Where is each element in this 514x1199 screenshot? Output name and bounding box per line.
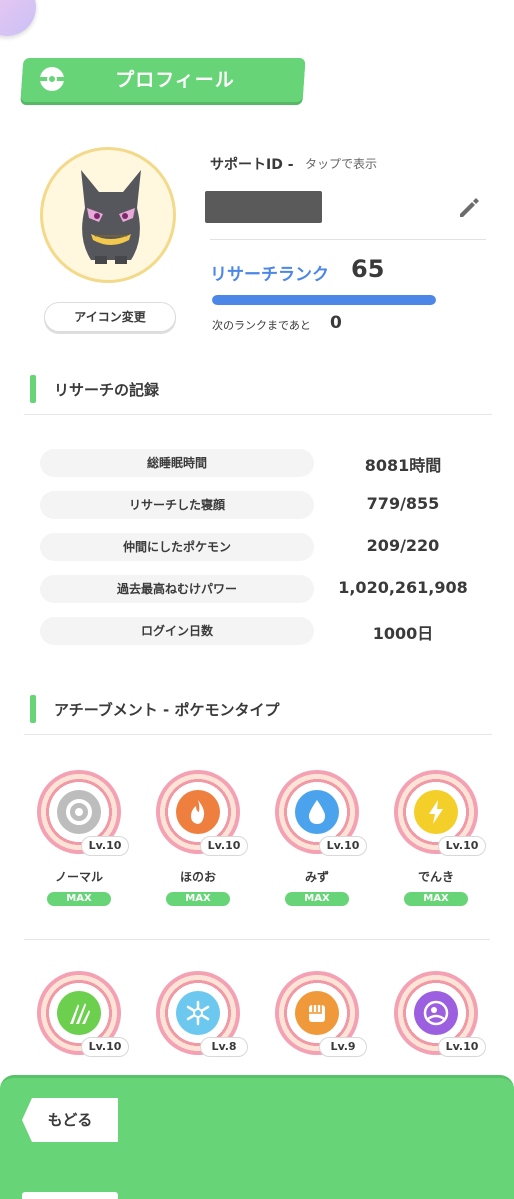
record-value-pokemon-befriended: 209/220 <box>366 536 440 555</box>
support-id-reveal[interactable]: タップで表示 <box>305 155 377 172</box>
achievements-title: アチーブメント - ポケモンタイプ <box>54 701 280 719</box>
next-rank-value: 0 <box>330 313 342 333</box>
change-icon-button[interactable]: アイコン変更 <box>44 302 176 332</box>
grass-type-icon <box>57 991 101 1035</box>
section-accent <box>30 375 36 403</box>
record-label-pokemon-befriended: 仲間にしたポケモン <box>40 533 314 561</box>
research-rank-label: リサーチランク <box>210 265 329 285</box>
banette-avatar-icon <box>81 170 141 264</box>
achievement-name: みず <box>304 870 329 884</box>
fighting-type-icon <box>295 991 339 1035</box>
pokeball-icon <box>40 67 64 91</box>
electric-type-icon <box>414 790 458 834</box>
fire-type-icon <box>176 790 220 834</box>
achievement-level: Lv.10 <box>438 836 486 856</box>
achievement-level: Lv.10 <box>200 836 248 856</box>
avatar[interactable] <box>40 147 176 283</box>
achievement-level: Lv.10 <box>81 1037 129 1057</box>
research-rank-value: 65 <box>351 255 385 283</box>
rank-progress-bar <box>212 295 436 305</box>
bottom-tab-stub <box>22 1192 118 1199</box>
record-value-login-days: 1000日 <box>372 624 434 643</box>
achievement-level: Lv.9 <box>319 1037 367 1057</box>
record-value-sleep-styles: 779/855 <box>366 494 440 513</box>
max-badge: MAX <box>285 892 349 906</box>
records-title: リサーチの記録 <box>54 381 160 399</box>
support-id-label: サポートID - <box>210 157 294 173</box>
max-badge: MAX <box>404 892 468 906</box>
next-rank-label: 次のランクまであと <box>212 319 311 332</box>
record-label-best-drowsy-power: 過去最高ねむけパワー <box>40 575 314 603</box>
section-accent <box>30 695 36 723</box>
achievement-name: でんき <box>417 870 454 884</box>
achievement-level: Lv.10 <box>438 1037 486 1057</box>
achievement-name: ノーマル <box>54 870 103 884</box>
records-section-header: リサーチの記録 <box>24 375 492 415</box>
rank-progress-fill <box>212 295 436 305</box>
water-type-icon <box>295 790 339 834</box>
achievements-section-header: アチーブメント - ポケモンタイプ <box>24 695 492 735</box>
max-badge: MAX <box>47 892 111 906</box>
normal-type-icon <box>57 790 101 834</box>
record-value-sleep-time: 8081時間 <box>364 456 442 475</box>
ice-type-icon <box>176 991 220 1035</box>
record-label-sleep-time: 総睡眠時間 <box>40 449 314 477</box>
max-badge: MAX <box>166 892 230 906</box>
record-value-best-drowsy-power: 1,020,261,908 <box>338 578 468 597</box>
achievement-name: ほのお <box>179 870 216 884</box>
corner-decoration <box>0 0 36 36</box>
psychic-type-icon <box>414 991 458 1035</box>
achievement-level: Lv.10 <box>319 836 367 856</box>
record-label-login-days: ログイン日数 <box>40 617 314 645</box>
profile-divider <box>210 239 486 240</box>
achievement-level: Lv.8 <box>200 1037 248 1057</box>
record-label-sleep-styles: リサーチした寝顔 <box>40 491 314 519</box>
back-button[interactable]: もどる <box>22 1098 118 1142</box>
achievement-row-divider <box>24 939 490 940</box>
achievement-level: Lv.10 <box>81 836 129 856</box>
player-name-redacted <box>205 191 322 223</box>
pencil-edit-icon[interactable] <box>456 194 482 220</box>
page-title: プロフィール <box>115 69 235 91</box>
